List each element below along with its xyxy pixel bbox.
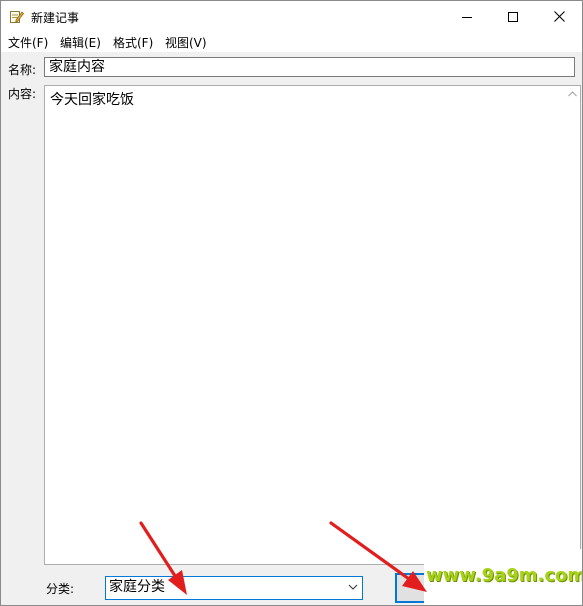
annotation-arrows xyxy=(139,521,427,595)
red-arrow-icon xyxy=(329,521,427,592)
red-arrow-icon xyxy=(139,521,187,595)
new-note-window: 新建记事 文件(F) 编辑(E) 格式(F) 视图(V) 名称: 家庭内容 内容… xyxy=(0,0,583,606)
